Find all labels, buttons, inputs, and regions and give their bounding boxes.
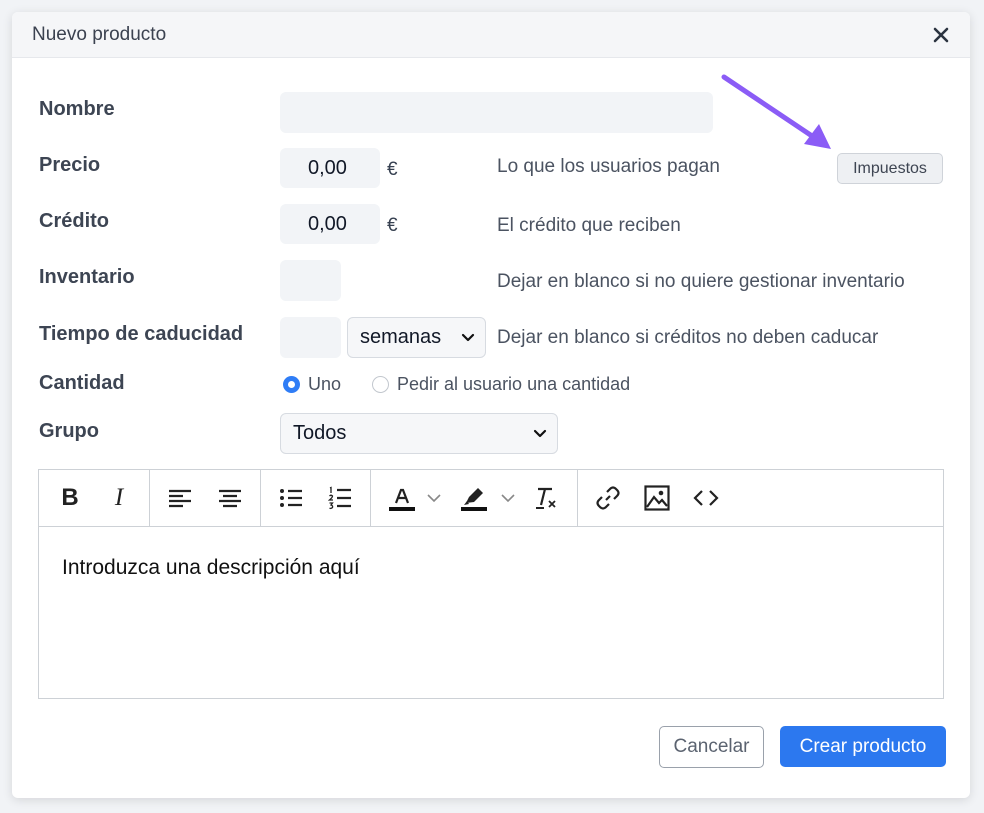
dialog-header: Nuevo producto bbox=[12, 12, 970, 58]
code-icon bbox=[693, 490, 719, 506]
editor-content[interactable]: Introduzca una descripción aquí bbox=[62, 556, 360, 580]
chevron-down-icon bbox=[501, 494, 515, 503]
chevron-down-icon bbox=[427, 494, 441, 503]
chevron-down-icon bbox=[533, 429, 547, 437]
expiry-unit-value: semanas bbox=[360, 326, 442, 348]
credit-hint: El crédito que reciben bbox=[497, 215, 681, 236]
inventory-label: Inventario bbox=[39, 266, 135, 288]
quantity-label: Cantidad bbox=[39, 372, 125, 394]
highlight-color-button[interactable] bbox=[459, 484, 489, 512]
new-product-dialog: Nuevo producto Nombre Precio € Lo que lo… bbox=[12, 12, 970, 798]
annotation-arrow-icon bbox=[721, 74, 831, 149]
name-input[interactable] bbox=[280, 92, 713, 133]
align-center-button[interactable] bbox=[216, 484, 244, 512]
italic-icon: I bbox=[114, 484, 124, 511]
name-label: Nombre bbox=[39, 98, 115, 120]
create-product-button[interactable]: Crear producto bbox=[780, 726, 946, 767]
quantity-option-ask[interactable]: Pedir al usuario una cantidad bbox=[372, 374, 630, 395]
inventory-input[interactable] bbox=[280, 260, 341, 301]
italic-button[interactable]: I bbox=[105, 484, 133, 512]
align-left-button[interactable] bbox=[166, 484, 194, 512]
numbered-list-button[interactable] bbox=[326, 484, 354, 512]
quantity-option-one[interactable]: Uno bbox=[283, 374, 341, 395]
highlighter-icon bbox=[461, 488, 487, 511]
highlight-color-dropdown[interactable] bbox=[499, 484, 517, 512]
toolbar-divider bbox=[577, 470, 578, 526]
chevron-down-icon bbox=[461, 333, 475, 341]
credit-label: Crédito bbox=[39, 210, 109, 232]
inventory-hint: Dejar en blanco si no quiere gestionar i… bbox=[497, 271, 905, 292]
link-icon bbox=[596, 486, 620, 510]
clear-format-button[interactable] bbox=[533, 484, 561, 512]
expiry-input[interactable] bbox=[280, 317, 341, 358]
cancel-button[interactable]: Cancelar bbox=[659, 726, 764, 768]
expiry-hint: Dejar en blanco si créditos no deben cad… bbox=[497, 327, 879, 348]
text-color-icon bbox=[389, 488, 415, 511]
bold-icon: B bbox=[61, 484, 79, 511]
close-icon bbox=[933, 27, 949, 43]
group-select-value: Todos bbox=[293, 422, 347, 444]
bullet-list-button[interactable] bbox=[277, 484, 305, 512]
numbered-list-icon bbox=[328, 486, 351, 510]
text-color-button[interactable] bbox=[387, 484, 417, 512]
toolbar-divider bbox=[260, 470, 261, 526]
quantity-option-ask-label: Pedir al usuario una cantidad bbox=[397, 374, 631, 394]
align-left-icon bbox=[169, 489, 191, 508]
text-color-dropdown[interactable] bbox=[425, 484, 443, 512]
expiry-unit-select[interactable]: semanas bbox=[347, 317, 486, 358]
group-label: Grupo bbox=[39, 420, 99, 442]
price-currency: € bbox=[387, 159, 398, 180]
toolbar-divider bbox=[370, 470, 371, 526]
price-input[interactable] bbox=[280, 148, 380, 188]
taxes-button[interactable]: Impuestos bbox=[837, 153, 943, 184]
group-select[interactable]: Todos bbox=[280, 413, 558, 454]
clear-format-icon bbox=[536, 487, 556, 509]
bullet-list-icon bbox=[280, 489, 302, 507]
credit-currency: € bbox=[387, 215, 398, 236]
image-icon bbox=[644, 485, 670, 511]
align-center-icon bbox=[219, 489, 241, 508]
expiry-label: Tiempo de caducidad bbox=[39, 323, 244, 345]
credit-input[interactable] bbox=[280, 204, 380, 244]
radio-unchecked-icon[interactable] bbox=[372, 376, 389, 393]
editor-toolbar: B I bbox=[39, 470, 943, 527]
insert-link-button[interactable] bbox=[594, 484, 622, 512]
dialog-title: Nuevo producto bbox=[32, 24, 167, 45]
price-label: Precio bbox=[39, 154, 101, 176]
source-code-button[interactable] bbox=[692, 484, 720, 512]
close-button[interactable] bbox=[928, 22, 954, 48]
bold-button[interactable]: B bbox=[56, 484, 84, 512]
description-editor: B I Introduzca una descripción aquí bbox=[38, 469, 944, 699]
price-hint: Lo que los usuarios pagan bbox=[497, 156, 720, 177]
quantity-option-one-label: Uno bbox=[308, 374, 342, 394]
radio-checked-icon[interactable] bbox=[283, 376, 300, 393]
toolbar-divider bbox=[149, 470, 150, 526]
insert-image-button[interactable] bbox=[643, 484, 671, 512]
